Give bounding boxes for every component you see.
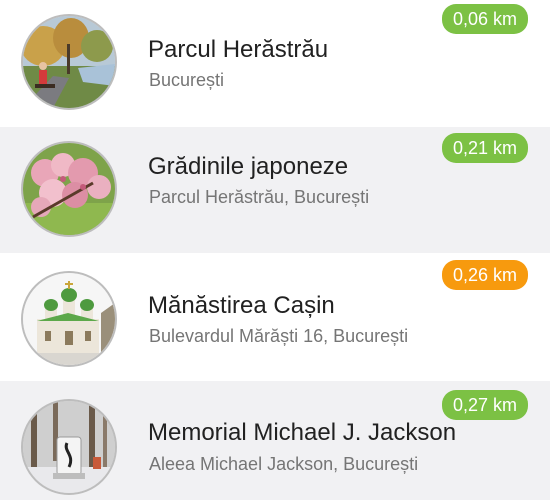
park-photo-thumbnail [21, 14, 117, 110]
place-address: București [149, 70, 225, 90]
place-name: Grădinile japoneze [148, 153, 349, 180]
cherry-blossom-photo-thumbnail [21, 141, 117, 237]
park-photo-icon [23, 16, 115, 108]
place-address: Bulevardul Mărăști 16, București [149, 326, 409, 346]
distance-badge: 0,21 km [442, 133, 528, 163]
monastery-photo-thumbnail [21, 271, 117, 367]
place-name: Parcul Herăstrău [148, 36, 329, 63]
place-name: Memorial Michael J. Jackson [148, 419, 457, 446]
place-name: Mănăstirea Cașin [148, 292, 335, 319]
monastery-photo-icon [23, 273, 115, 365]
place-list-item[interactable]: Grădinile japoneze Parcul Herăstrău, Buc… [0, 127, 550, 253]
place-address: Aleea Michael Jackson, București [149, 454, 419, 474]
distance-badge: 0,27 km [442, 390, 528, 420]
place-address: Parcul Herăstrău, București [149, 187, 370, 207]
memorial-photo-thumbnail [21, 399, 117, 495]
distance-badge: 0,06 km [442, 4, 528, 34]
memorial-photo-icon [23, 401, 115, 493]
place-list-item[interactable]: Mănăstirea Cașin Bulevardul Mărăști 16, … [0, 253, 550, 381]
place-list-item[interactable]: Parcul Herăstrău București 0,06 km [0, 0, 550, 127]
cherry-blossom-photo-icon [23, 143, 115, 235]
place-list-item[interactable]: Memorial Michael J. Jackson Aleea Michae… [0, 381, 550, 500]
distance-badge: 0,26 km [442, 260, 528, 290]
places-list: Parcul Herăstrău București 0,06 km Grădi… [0, 0, 550, 500]
